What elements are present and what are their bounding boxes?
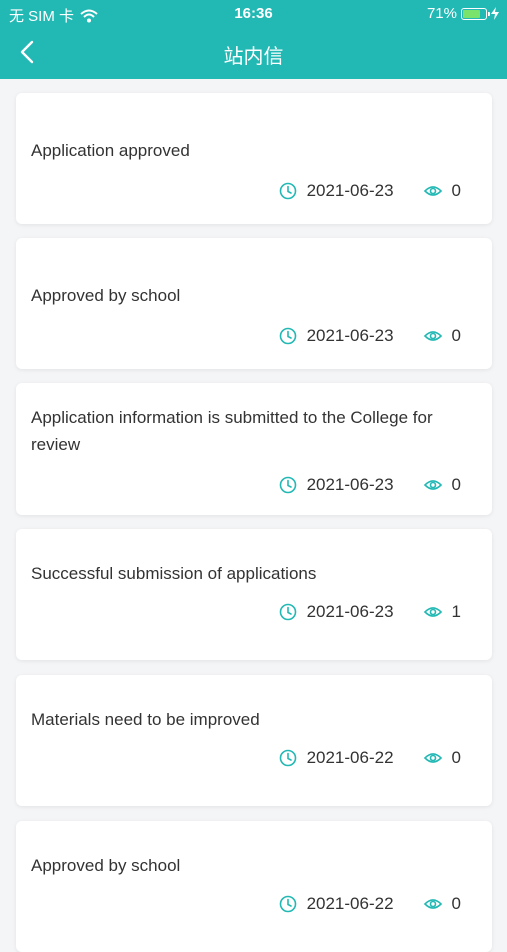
message-card[interactable]: Approved by school 2021-06-22 0	[16, 821, 492, 952]
view-count: 0	[451, 894, 461, 913]
message-date: 2021-06-23	[306, 326, 394, 345]
message-meta: 2021-06-23 0	[279, 475, 461, 495]
message-date: 2021-06-22	[306, 748, 394, 767]
charging-bolt-icon	[491, 7, 499, 20]
eye-icon	[423, 331, 442, 341]
message-title: Successful submission of applications	[31, 564, 317, 583]
clock-icon	[279, 327, 296, 345]
message-meta: 2021-06-22 0	[279, 894, 461, 914]
clock-icon	[279, 603, 296, 621]
message-card[interactable]: Application approved 2021-06-23 0	[16, 93, 492, 224]
eye-icon	[423, 186, 442, 196]
eye-icon	[423, 480, 442, 490]
message-date: 2021-06-23	[306, 602, 394, 621]
message-meta: 2021-06-23 0	[279, 181, 461, 201]
message-meta: 2021-06-23 0	[279, 326, 461, 346]
message-title: Approved by school	[31, 856, 181, 875]
view-count: 0	[451, 181, 461, 200]
view-count: 1	[451, 602, 461, 621]
battery-percent: 71%	[426, 5, 457, 22]
navigation-bar: 站内信	[0, 28, 507, 79]
message-date: 2021-06-23	[306, 181, 394, 200]
app-header: 无 SIM 卡 16:36 71% 站内信	[0, 0, 507, 79]
view-count: 0	[451, 326, 461, 345]
battery-status: 71%	[427, 5, 499, 22]
message-meta: 2021-06-22 0	[279, 748, 461, 768]
view-count: 0	[451, 748, 461, 767]
clock-icon	[279, 476, 296, 494]
message-card[interactable]: Successful submission of applications 20…	[16, 529, 492, 660]
message-card[interactable]: Application information is submitted to …	[16, 383, 492, 515]
message-date: 2021-06-23	[306, 475, 394, 494]
message-title: Approved by school	[31, 286, 181, 305]
eye-icon	[423, 753, 442, 763]
battery-icon	[461, 7, 490, 20]
status-bar: 无 SIM 卡 16:36 71%	[0, 0, 507, 28]
message-card[interactable]: Approved by school 2021-06-23 0	[16, 238, 492, 369]
page-title: 站内信	[223, 44, 284, 68]
message-card[interactable]: Materials need to be improved 2021-06-22…	[16, 675, 492, 806]
view-count: 0	[451, 475, 461, 494]
message-title: Application information is submitted to …	[31, 408, 433, 454]
message-title: Application approved	[31, 141, 190, 160]
clock-icon	[279, 182, 296, 200]
message-title: Materials need to be improved	[31, 710, 260, 729]
eye-icon	[423, 899, 442, 909]
clock-icon	[279, 749, 296, 767]
clock-icon	[279, 895, 296, 913]
message-meta: 2021-06-23 1	[279, 602, 461, 622]
message-date: 2021-06-22	[306, 894, 394, 913]
eye-icon	[423, 607, 442, 617]
